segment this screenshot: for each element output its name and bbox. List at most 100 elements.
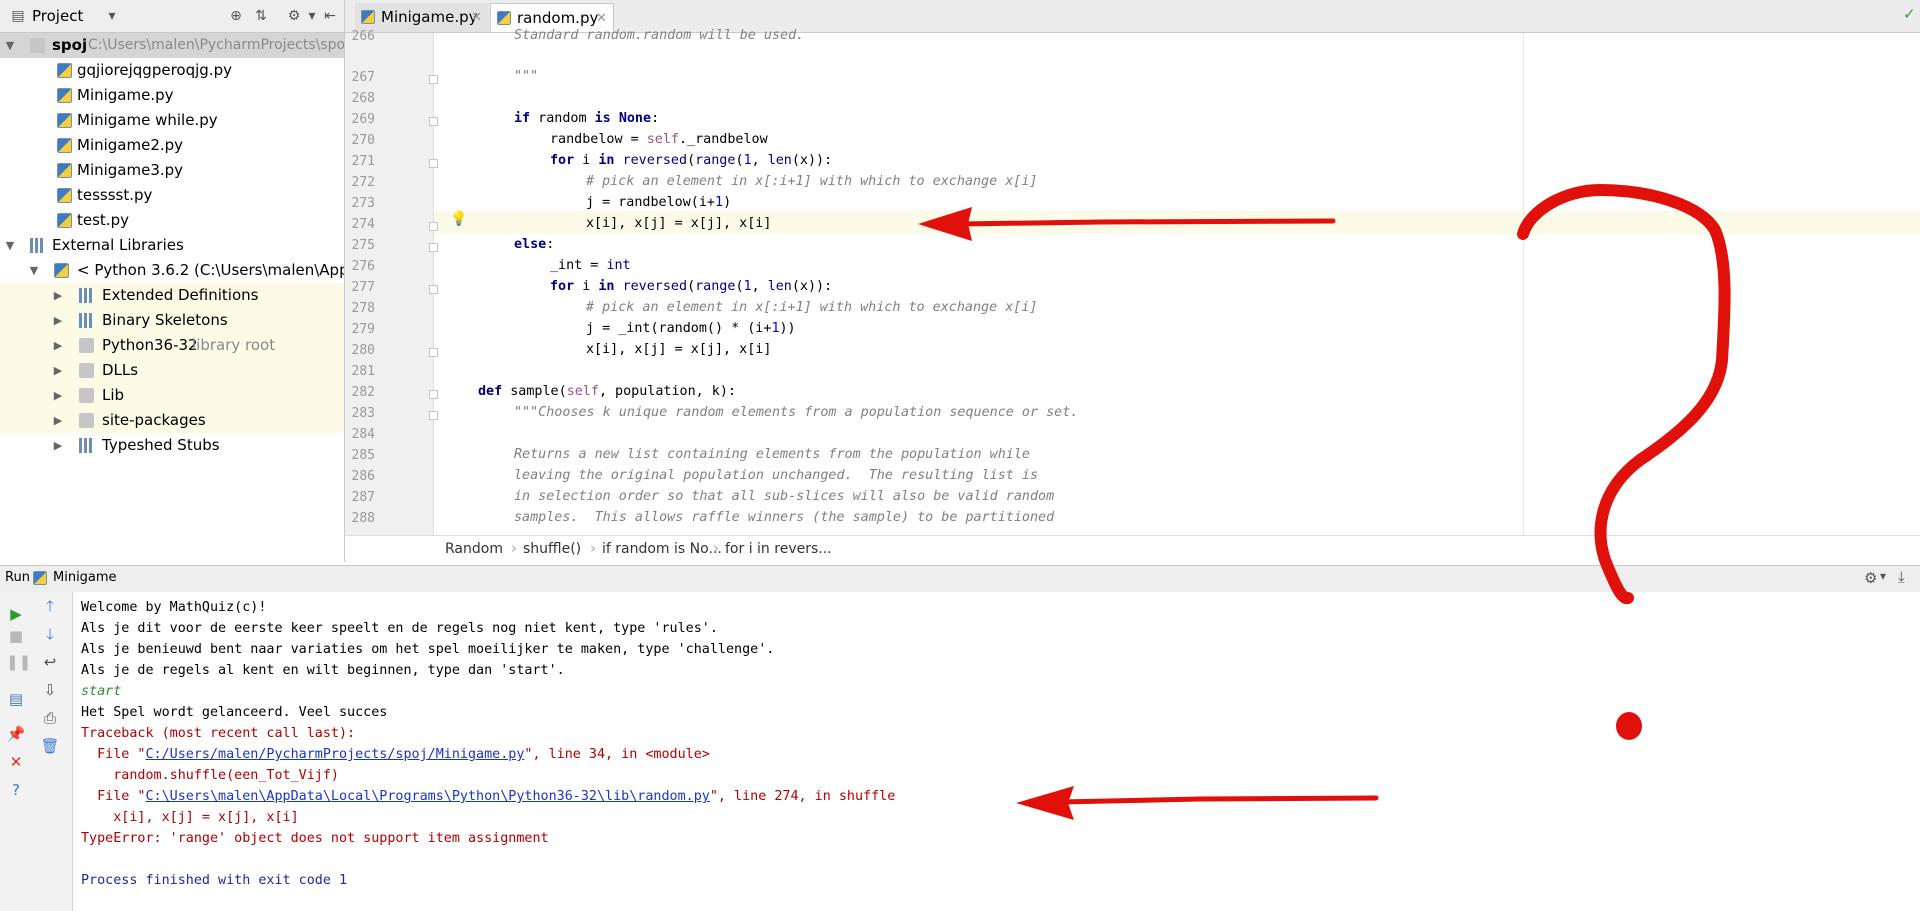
chevron-down-icon[interactable]: ▾ <box>1880 569 1886 583</box>
tree-file[interactable]: Minigame while.py <box>0 108 344 133</box>
traceback-file-link[interactable]: C:/Users/malen/PycharmProjects/spoj/Mini… <box>146 747 525 762</box>
tree-file[interactable]: Minigame.py <box>0 83 344 108</box>
chevron-down-icon[interactable]: ▾ <box>304 8 320 24</box>
chevron-right-icon[interactable]: ▶ <box>52 408 64 433</box>
chevron-down-icon[interactable]: ▼ <box>4 33 16 58</box>
chevron-down-icon[interactable]: ▾ <box>104 8 120 24</box>
line-number: 278 <box>351 301 375 316</box>
fold-marker[interactable] <box>429 390 438 399</box>
arrow-down-icon[interactable]: 🡓 <box>40 624 60 644</box>
trash-icon[interactable]: 🗑 <box>40 736 60 756</box>
project-view-icon[interactable]: ▤ <box>10 8 26 24</box>
folder-icon <box>30 38 45 53</box>
line-number: 288 <box>351 511 375 526</box>
chevron-right-icon[interactable]: ▶ <box>52 333 64 358</box>
code-line-272: # pick an element in x[:i+1] with which … <box>586 174 1038 189</box>
run-config-tab[interactable]: Minigame <box>53 570 117 585</box>
traceback-file-link[interactable]: C:\Users\malen\AppData\Local\Programs\Py… <box>146 789 710 804</box>
fold-marker[interactable] <box>429 75 438 84</box>
chevron-right-icon: › <box>511 539 517 557</box>
code-line-274: x[i], x[j] = x[j], x[i] <box>586 216 772 231</box>
console-user-input: start <box>81 684 122 699</box>
breadcrumb-item[interactable]: for i in revers... <box>725 541 832 557</box>
tree-lib-item[interactable]: ▶ Lib <box>0 383 344 408</box>
tree-lib-item-label: DLLs <box>102 361 139 379</box>
folder-icon <box>79 338 94 353</box>
line-number: 277 <box>351 280 375 295</box>
breadcrumb-item[interactable]: if random is No... <box>602 541 722 557</box>
fold-marker[interactable] <box>429 117 438 126</box>
pin-icon[interactable]: 📌 <box>6 724 26 744</box>
code-line-271: for i in reversed(range(1, len(x)): <box>550 153 833 168</box>
python-file-icon <box>57 113 72 128</box>
tree-file[interactable]: tesssst.py <box>0 183 344 208</box>
tree-file[interactable]: test.py <box>0 208 344 233</box>
soft-wrap-icon[interactable]: ↩ <box>40 652 60 672</box>
fold-marker[interactable] <box>429 159 438 168</box>
layout-icon[interactable]: ▤ <box>6 689 26 709</box>
gear-icon[interactable]: ⚙ <box>286 8 302 24</box>
python-sdk-icon <box>54 263 69 278</box>
hide-panel-icon[interactable]: ⤓ <box>1898 568 1905 586</box>
tree-file[interactable]: Minigame3.py <box>0 158 344 183</box>
scroll-to-end-icon[interactable]: ⇩ <box>40 680 60 700</box>
tree-lib-item[interactable]: ▶ Python36-32 library root <box>0 333 344 358</box>
collapse-all-icon[interactable]: ⇅ <box>253 8 269 24</box>
tree-file[interactable]: gqjiorejqgperoqjg.py <box>0 58 344 83</box>
line-number: 287 <box>351 490 375 505</box>
fold-marker[interactable] <box>429 285 438 294</box>
fold-marker[interactable] <box>429 243 438 252</box>
chevron-down-icon[interactable]: ▼ <box>4 233 16 258</box>
project-view-selector[interactable]: Project <box>32 7 83 25</box>
chevron-right-icon[interactable]: ▶ <box>52 308 64 333</box>
lightbulb-icon[interactable]: 💡 <box>450 211 467 227</box>
fold-marker[interactable] <box>429 222 438 231</box>
tree-lib-item[interactable]: ▶ DLLs <box>0 358 344 383</box>
tree-lib-item[interactable]: ▶ Typeshed Stubs <box>0 433 344 458</box>
line-number: 286 <box>351 469 375 484</box>
breadcrumb-item[interactable]: Random <box>445 541 503 557</box>
tree-file[interactable]: Minigame2.py <box>0 133 344 158</box>
code-line-266: Standard random.random will be used. <box>514 28 805 43</box>
code-line-282: def sample(self, population, k): <box>478 384 736 399</box>
stop-icon[interactable]: ■ <box>6 626 26 646</box>
line-number: 276 <box>351 259 375 274</box>
tree-file-label: tesssst.py <box>77 186 153 204</box>
rerun-icon[interactable]: ▶ <box>6 604 26 624</box>
tree-lib-item[interactable]: ▶ Binary Skeletons <box>0 308 344 333</box>
code-line-273: j = randbelow(i+1) <box>586 195 732 210</box>
help-icon[interactable]: ? <box>6 780 26 800</box>
tree-file-label: Minigame.py <box>77 86 174 104</box>
chevron-right-icon[interactable]: ▶ <box>52 283 64 308</box>
tree-lib-item[interactable]: ▶ Extended Definitions <box>0 283 344 308</box>
tree-lib-item-label: Typeshed Stubs <box>102 436 220 454</box>
tree-lib-item-label: Extended Definitions <box>102 286 259 304</box>
tree-python-sdk[interactable]: ▼ < Python 3.6.2 (C:\Users\malen\AppData <box>0 258 344 283</box>
close-icon[interactable]: ✕ <box>6 752 26 772</box>
line-number: 266 <box>351 29 375 44</box>
fold-marker[interactable] <box>429 411 438 420</box>
chevron-right-icon[interactable]: ▶ <box>52 433 64 458</box>
tree-lib-item[interactable]: ▶ site-packages <box>0 408 344 433</box>
fold-marker[interactable] <box>429 348 438 357</box>
tree-root-spoj[interactable]: ▼ spoj C:\Users\malen\PycharmProjects\sp… <box>0 33 344 58</box>
pause-icon[interactable]: ❚❚ <box>6 652 31 672</box>
gear-icon[interactable]: ⚙ <box>1864 569 1877 587</box>
run-tool-window-header: Run Minigame ⚙ ▾ ⤓ <box>0 565 1920 593</box>
chevron-down-icon[interactable]: ▼ <box>28 258 40 283</box>
tree-external-libraries[interactable]: ▼ External Libraries <box>0 233 344 258</box>
close-icon[interactable]: ✕ <box>471 3 482 32</box>
print-icon[interactable]: ⎙ <box>40 708 60 728</box>
arrow-up-icon[interactable]: 🡑 <box>40 596 60 616</box>
breadcrumb-item[interactable]: shuffle() <box>523 541 581 557</box>
chevron-right-icon[interactable]: ▶ <box>52 383 64 408</box>
tree-external-libraries-label: External Libraries <box>52 236 184 254</box>
chevron-right-icon[interactable]: ▶ <box>52 358 64 383</box>
line-number: 281 <box>351 364 375 379</box>
locate-icon[interactable]: ⊕ <box>228 8 244 24</box>
tab-label: random.py <box>517 9 599 27</box>
hide-panel-icon[interactable]: ⇤ <box>322 8 338 24</box>
python-file-icon <box>361 10 375 24</box>
tab-minigame-py[interactable]: Minigame.py ✕ <box>355 3 489 32</box>
console-line: Als je dit voor de eerste keer speelt en… <box>81 621 718 636</box>
